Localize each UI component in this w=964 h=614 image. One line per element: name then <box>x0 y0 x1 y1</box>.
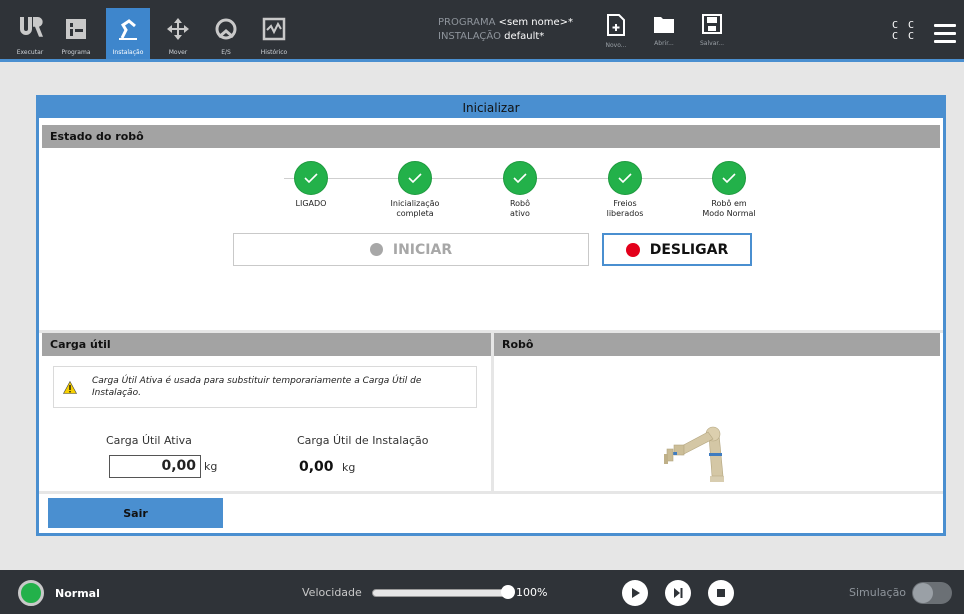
check-icon <box>712 161 746 195</box>
history-icon <box>262 17 286 41</box>
program-icon <box>66 19 86 39</box>
start-button-label: INICIAR <box>392 241 453 258</box>
robot-panel-heading: Robô <box>494 333 940 356</box>
active-payload-unit: kg <box>204 460 218 473</box>
step-modo-normal: Robô em Modo Normal <box>689 161 769 219</box>
tab-label: Instalação <box>112 49 144 56</box>
step-label-2: completa <box>396 209 434 218</box>
save-icon <box>702 14 722 34</box>
open-button[interactable]: Abrir... <box>644 14 684 58</box>
program-value: <sem nome>* <box>498 17 574 28</box>
active-payload-input[interactable]: 0,00 <box>109 455 201 478</box>
step-label: Robô <box>509 199 531 208</box>
active-payload-label: Carga Útil Ativa <box>106 434 192 447</box>
new-file-icon <box>607 14 625 36</box>
installation-value: default* <box>504 31 545 42</box>
step-freios: Freios liberados <box>585 161 665 219</box>
shutdown-button[interactable]: DESLIGAR <box>602 233 752 266</box>
robot-status-indicator-icon[interactable] <box>18 580 44 606</box>
check-icon <box>608 161 642 195</box>
simulation-label: Simulação <box>849 586 907 599</box>
step-button[interactable] <box>665 580 691 606</box>
open-label: Abrir... <box>654 40 674 47</box>
start-button[interactable]: INICIAR <box>233 233 589 266</box>
cc-line-2: C C <box>892 31 917 42</box>
tab-executar[interactable]: Executar <box>8 8 52 62</box>
installation-label: INSTALAÇÃO <box>438 31 501 42</box>
step-label-2: ativo <box>510 209 530 218</box>
installation-payload-unit: kg <box>342 461 356 474</box>
check-icon <box>294 161 328 195</box>
tab-label: Executar <box>16 49 44 56</box>
save-label: Salvar... <box>699 40 725 47</box>
tab-label: Histórico <box>260 49 288 56</box>
new-button[interactable]: Novo... <box>596 14 636 58</box>
init-steps: LIGADO Inicialização completa Robô ativo F… <box>264 161 756 221</box>
warning-icon <box>63 381 77 394</box>
start-indicator-icon <box>369 243 383 256</box>
step-label: LIGADO <box>295 199 327 208</box>
shutdown-button-label: DESLIGAR <box>649 241 729 258</box>
tab-label: Mover <box>168 49 188 56</box>
top-bar: Executar Programa Instalação Mover E/S H… <box>0 0 964 62</box>
bottom-separator <box>39 491 943 494</box>
cc-indicator[interactable]: C C C C <box>892 20 916 42</box>
tab-es[interactable]: E/S <box>204 8 248 62</box>
step-label-2: liberados <box>606 209 644 218</box>
dialog-title: Inicializar <box>39 98 943 118</box>
status-bar: Normal Velocidade 100% Simulação <box>0 570 964 614</box>
installation-payload-value: 0,00 <box>299 459 334 475</box>
step-robo-ativo: Robô ativo <box>480 161 560 219</box>
step-label-2: Modo Normal <box>702 209 756 218</box>
payload-warning: Carga Útil Ativa é usada para substituir… <box>53 366 477 408</box>
stop-icon <box>717 589 725 597</box>
robot-3d-view[interactable] <box>494 356 943 491</box>
robot-state-heading: Estado do robô <box>42 125 940 148</box>
payload-heading: Carga útil <box>42 333 491 356</box>
hamburger-menu-icon[interactable] <box>934 24 956 43</box>
step-inicializacao: Inicialização completa <box>375 161 455 219</box>
exit-button[interactable]: Sair <box>48 498 223 528</box>
step-label: Inicialização <box>390 199 440 208</box>
move-icon <box>167 18 189 40</box>
tab-label: E/S <box>221 49 231 56</box>
program-info: PROGRAMA <sem nome>* INSTALAÇÃO default* <box>438 16 573 44</box>
play-button[interactable] <box>622 580 648 606</box>
step-label: Robô em <box>711 199 747 208</box>
shutdown-indicator-icon <box>625 242 640 257</box>
tab-mover[interactable]: Mover <box>156 8 200 62</box>
speed-slider-handle[interactable] <box>501 585 515 599</box>
cc-line-1: C C <box>892 20 917 31</box>
installation-payload-label: Carga Útil de Instalação <box>297 434 429 447</box>
step-ligado: LIGADO <box>271 161 351 209</box>
save-button[interactable]: Salvar... <box>692 14 732 58</box>
tab-historico[interactable]: Histórico <box>252 8 296 62</box>
ur-logo-icon <box>20 17 43 37</box>
stop-button[interactable] <box>708 580 734 606</box>
program-label: PROGRAMA <box>438 17 496 28</box>
tab-instalacao[interactable]: Instalação <box>106 8 150 62</box>
tab-programa[interactable]: Programa <box>54 8 98 62</box>
initialize-dialog: Inicializar Estado do robô LIGADO Inicia… <box>36 95 946 536</box>
check-icon <box>398 161 432 195</box>
check-icon <box>503 161 537 195</box>
robot-status-text: Normal <box>55 587 100 600</box>
step-label: Freios <box>613 199 637 208</box>
tab-label: Programa <box>61 49 91 56</box>
speed-label: Velocidade <box>302 586 362 599</box>
new-label: Novo... <box>605 42 627 49</box>
warning-text: Carga Útil Ativa é usada para substituir… <box>92 376 422 398</box>
simulation-toggle[interactable] <box>912 582 952 604</box>
speed-slider[interactable] <box>372 589 508 597</box>
play-icon <box>632 588 640 598</box>
step-forward-icon <box>674 588 683 598</box>
installation-icon <box>119 19 137 40</box>
speed-value: 100% <box>516 586 548 599</box>
robot-arm-image <box>664 426 724 482</box>
io-icon <box>215 18 237 40</box>
open-folder-icon <box>654 17 674 33</box>
